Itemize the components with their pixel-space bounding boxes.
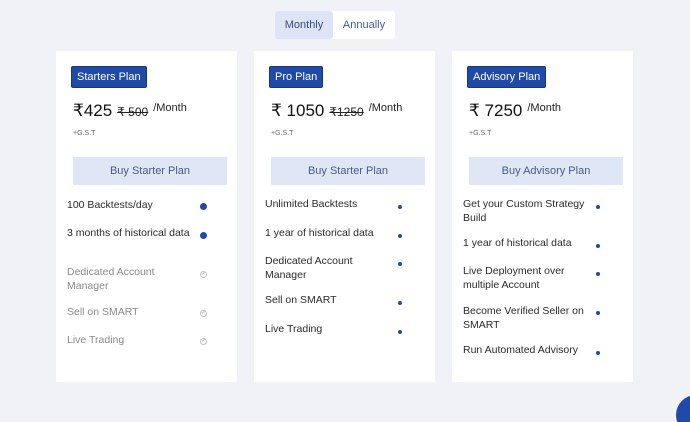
included-dot-icon bbox=[596, 351, 600, 355]
plan-price: ₹425 ₹ 500 /Month bbox=[73, 101, 187, 121]
plan-price: ₹ 1050 ₹1250 /Month bbox=[271, 101, 402, 121]
plan-price: ₹ 7250 /Month bbox=[469, 101, 561, 121]
included-dot-icon bbox=[596, 205, 600, 209]
tax-note: +G.S.T bbox=[73, 130, 96, 137]
plan-card-advisory: Advisory Plan ₹ 7250 /Month +G.S.T Buy A… bbox=[452, 51, 633, 382]
included-dot-icon bbox=[398, 330, 402, 334]
price-period: /Month bbox=[368, 102, 403, 114]
plan-badge: Starters Plan bbox=[71, 66, 147, 88]
feature-item: Dedicated Account Manager bbox=[67, 266, 155, 292]
billing-toggle: Monthly Annually bbox=[275, 11, 395, 39]
excluded-check-icon: ✓ bbox=[200, 271, 207, 278]
price-original: ₹ 500 bbox=[117, 105, 149, 119]
tax-note: +G.S.T bbox=[271, 130, 294, 137]
feature-item: Live Trading bbox=[265, 323, 323, 335]
price-current: ₹ 7250 bbox=[469, 101, 523, 120]
feature-item: Sell on SMART bbox=[265, 294, 337, 306]
feature-item: Sell on SMART bbox=[67, 306, 139, 318]
included-dot-icon bbox=[200, 203, 207, 210]
plan-card-pro: Pro Plan ₹ 1050 ₹1250 /Month +G.S.T Buy … bbox=[254, 51, 435, 382]
price-period: /Month bbox=[527, 102, 561, 114]
tax-note: +G.S.T bbox=[469, 130, 492, 137]
feature-item: 3 months of historical data bbox=[67, 227, 190, 239]
feature-item: Live Deployment over multiple Account bbox=[463, 265, 565, 291]
feature-item: Dedicated Account Manager bbox=[265, 255, 353, 281]
feature-item: 100 Backtests/day bbox=[67, 199, 153, 211]
price-original: ₹1250 bbox=[329, 105, 364, 119]
price-current: ₹ 1050 bbox=[271, 101, 325, 120]
plan-card-starters: Starters Plan ₹425 ₹ 500 /Month +G.S.T B… bbox=[56, 51, 237, 382]
buy-pro-button[interactable]: Buy Starter Plan bbox=[271, 157, 425, 185]
feature-item: 1 year of historical data bbox=[265, 227, 374, 239]
included-dot-icon bbox=[596, 244, 600, 248]
excluded-check-icon: ✓ bbox=[200, 310, 207, 317]
toggle-annually[interactable]: Annually bbox=[333, 11, 395, 39]
included-dot-icon bbox=[200, 232, 207, 239]
included-dot-icon bbox=[398, 234, 402, 238]
price-current: ₹425 bbox=[73, 101, 113, 120]
included-dot-icon bbox=[398, 262, 402, 266]
price-period: /Month bbox=[153, 102, 187, 114]
included-dot-icon bbox=[596, 311, 600, 315]
plan-badge: Advisory Plan bbox=[467, 66, 547, 88]
excluded-check-icon: ✓ bbox=[200, 338, 207, 345]
feature-item: Become Verified Seller on SMART bbox=[463, 305, 584, 331]
buy-advisory-button[interactable]: Buy Advisory Plan bbox=[469, 157, 623, 185]
feature-item: Run Automated Advisory bbox=[463, 344, 578, 356]
feature-item: Unlimited Backtests bbox=[265, 198, 358, 210]
included-dot-icon bbox=[398, 301, 402, 305]
buy-starter-button[interactable]: Buy Starter Plan bbox=[73, 157, 227, 185]
included-dot-icon bbox=[398, 205, 402, 209]
chat-launcher-button[interactable] bbox=[676, 395, 690, 422]
included-dot-icon bbox=[596, 272, 600, 276]
toggle-monthly[interactable]: Monthly bbox=[275, 11, 333, 39]
feature-item: Get your Custom Strategy Build bbox=[463, 198, 585, 224]
plan-badge: Pro Plan bbox=[269, 66, 324, 88]
feature-item: 1 year of historical data bbox=[463, 237, 572, 249]
feature-item: Live Trading bbox=[67, 334, 125, 346]
